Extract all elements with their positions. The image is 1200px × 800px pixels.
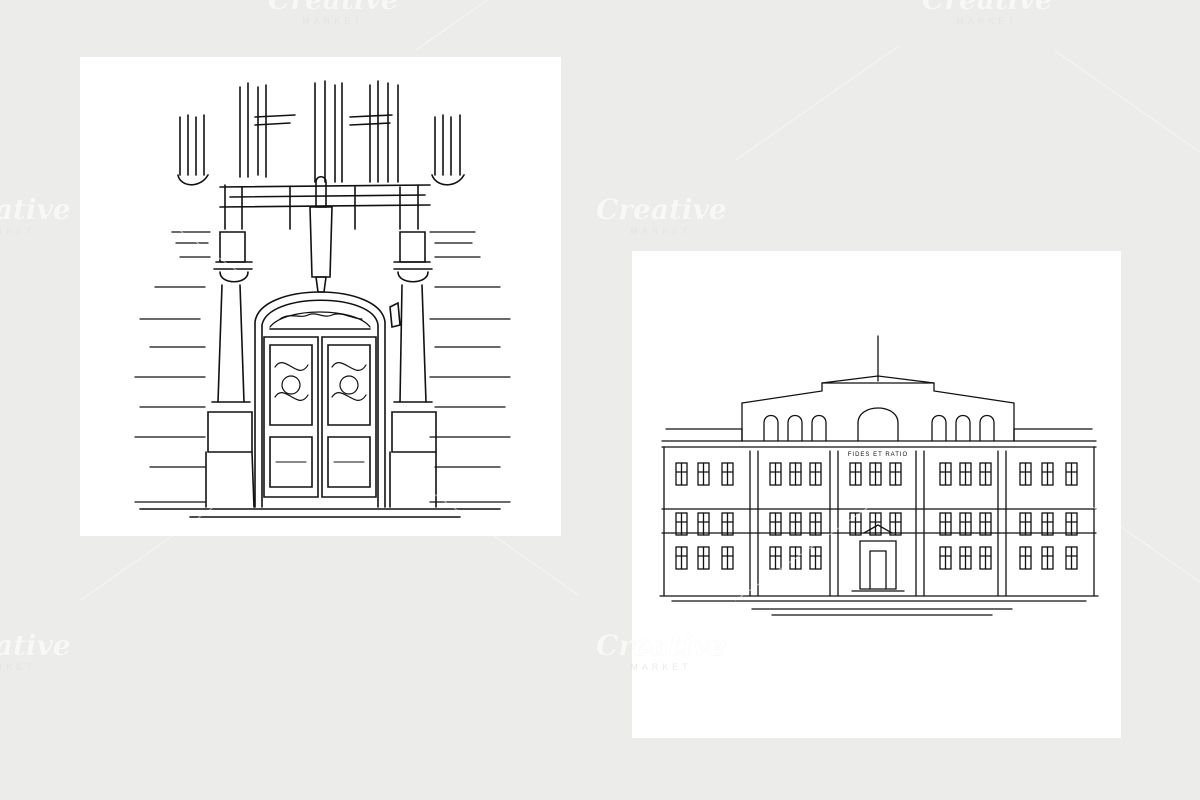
ground-lines	[751, 608, 1013, 616]
window-mullion	[809, 512, 822, 536]
window-mullion	[1019, 462, 1032, 486]
upper-windows	[177, 80, 465, 186]
window-mullion	[769, 462, 782, 486]
watermark: Creative MARKET	[922, 0, 1053, 26]
doorway-sketch-card	[80, 57, 561, 536]
watermark-brand: Creative	[268, 0, 399, 14]
facade-inscription: FIDES ET RATIO	[848, 452, 908, 458]
window-mullion	[675, 512, 688, 536]
building-sketch-card: FIDES ET RATIO	[632, 251, 1121, 738]
window-mullion	[1041, 546, 1054, 570]
window-mullion	[789, 512, 802, 536]
window-mullion	[1065, 512, 1078, 536]
watermark: CreativeMARKET	[596, 193, 727, 237]
watermark-brand: Creative	[596, 193, 727, 226]
ground-lines	[139, 508, 501, 518]
window-mullion	[1019, 512, 1032, 536]
left-column	[205, 231, 255, 508]
building-sketch: FIDES ET RATIO	[659, 335, 1099, 616]
window-mullion	[721, 512, 734, 536]
door-arch	[254, 291, 386, 508]
wall-lantern	[389, 301, 401, 329]
window-mullion	[939, 546, 952, 570]
window-mullion	[675, 462, 688, 486]
window-mullion	[769, 512, 782, 536]
window-mullion	[959, 512, 972, 536]
watermark: CreativeMARKET	[0, 193, 71, 237]
pilasters	[749, 450, 1007, 597]
window-mullion	[675, 546, 688, 570]
window-mullion	[789, 546, 802, 570]
watermark-sub: MARKET	[630, 226, 692, 236]
window-mullion	[849, 512, 862, 536]
window-mullion	[721, 462, 734, 486]
window-mullion	[697, 546, 710, 570]
double-doors	[263, 336, 377, 498]
watermark-sub: MARKET	[302, 16, 364, 26]
window-mullion	[939, 512, 952, 536]
window-mullion	[979, 546, 992, 570]
window-mullion	[809, 546, 822, 570]
window-mullion	[849, 462, 862, 486]
right-column	[389, 231, 437, 508]
window-mullion	[939, 462, 952, 486]
watermark-sub: MARKET	[0, 226, 36, 236]
watermark-sub: MARKET	[0, 662, 36, 672]
window-mullion	[889, 462, 902, 486]
watermark: CreativeMARKET	[0, 629, 71, 673]
window-mullion	[721, 546, 734, 570]
watermark-brand: Creative	[0, 629, 71, 662]
window-grid	[675, 462, 1078, 570]
watermark-sub: MARKET	[956, 16, 1018, 26]
window-mullion	[789, 462, 802, 486]
window-mullion	[979, 462, 992, 486]
doorway-sketch	[134, 80, 511, 518]
watermark-line	[1054, 50, 1200, 166]
window-mullion	[889, 512, 902, 536]
window-mullion	[809, 462, 822, 486]
window-mullion	[959, 546, 972, 570]
window-mullion	[1019, 546, 1032, 570]
window-mullion	[959, 462, 972, 486]
keystone-statue	[309, 175, 333, 293]
arched-windows	[763, 407, 995, 442]
window-mullion	[697, 462, 710, 486]
watermark-brand: Creative	[922, 0, 1053, 14]
window-mullion	[1041, 462, 1054, 486]
window-mullion	[869, 462, 882, 486]
watermark-line	[735, 45, 900, 161]
window-mullion	[979, 512, 992, 536]
window-mullion	[769, 546, 782, 570]
watermark-line	[415, 0, 580, 51]
window-mullion	[1065, 546, 1078, 570]
watermark: Creative MARKET	[268, 0, 399, 26]
window-mullion	[869, 512, 882, 536]
window-mullion	[1041, 512, 1054, 536]
window-mullion	[697, 512, 710, 536]
watermark-brand: Creative	[0, 193, 71, 226]
roof-and-spire	[741, 335, 1015, 442]
window-mullion	[1065, 462, 1078, 486]
